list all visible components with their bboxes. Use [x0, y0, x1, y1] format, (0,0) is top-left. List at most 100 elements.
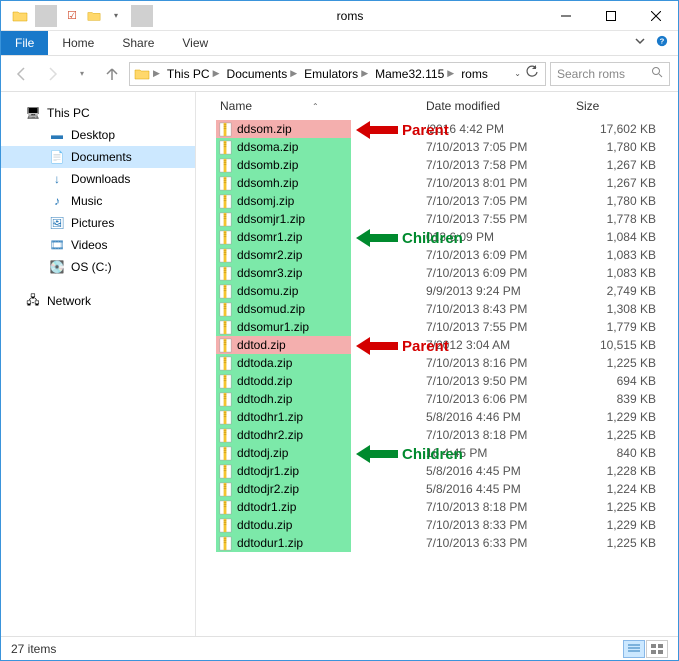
file-date: 7/10/2013 8:01 PM: [426, 176, 576, 190]
address-bar: ▾ ▶ This PC▶ Documents▶ Emulators▶ Mame3…: [1, 56, 678, 92]
file-row[interactable]: ddsomr1.zip013 6:09 PM1,084 KB: [196, 228, 678, 246]
file-name-cell: ddsomj.zip: [216, 192, 351, 210]
file-row[interactable]: ddsomr3.zip7/10/2013 6:09 PM1,083 KB: [196, 264, 678, 282]
file-row[interactable]: ddsomb.zip7/10/2013 7:58 PM1,267 KB: [196, 156, 678, 174]
recent-locations-button[interactable]: ▾: [69, 61, 95, 87]
file-row[interactable]: ddsomj.zip7/10/2013 7:05 PM1,780 KB: [196, 192, 678, 210]
help-icon[interactable]: ?: [656, 34, 668, 52]
title-bar: ☑ ▾ roms: [1, 1, 678, 31]
file-size: 1,779 KB: [576, 320, 656, 334]
minimize-button[interactable]: [543, 1, 588, 30]
breadcrumb-item[interactable]: roms: [459, 67, 490, 81]
file-date: 7/10/2013 6:06 PM: [426, 392, 576, 406]
nav-drive-c[interactable]: 💽OS (C:): [1, 256, 195, 278]
file-row[interactable]: ddsomu.zip9/9/2013 9:24 PM2,749 KB: [196, 282, 678, 300]
ribbon-tab-home[interactable]: Home: [48, 31, 108, 55]
file-row[interactable]: ddsomr2.zip7/10/2013 6:09 PM1,083 KB: [196, 246, 678, 264]
breadcrumb-item[interactable]: Documents▶: [225, 67, 303, 81]
nav-this-pc[interactable]: 🖥This PC: [1, 102, 195, 124]
nav-videos[interactable]: 🎞Videos: [1, 234, 195, 256]
file-row[interactable]: ddtodhr2.zip7/10/2013 8:18 PM1,225 KB: [196, 426, 678, 444]
nav-pictures[interactable]: 🖼Pictures: [1, 212, 195, 234]
file-date: /2016 4:42 PM: [426, 122, 576, 136]
nav-documents[interactable]: 📄Documents: [1, 146, 195, 168]
qat-new-folder-icon[interactable]: [83, 5, 105, 27]
file-name: ddtodh.zip: [237, 392, 292, 406]
nav-desktop[interactable]: ▬Desktop: [1, 124, 195, 146]
nav-downloads[interactable]: ↓Downloads: [1, 168, 195, 190]
file-name-cell: ddtodr1.zip: [216, 498, 351, 516]
file-date: 7/10/2013 8:16 PM: [426, 356, 576, 370]
file-size: 694 KB: [576, 374, 656, 388]
ribbon: File Home Share View ?: [1, 31, 678, 56]
file-row[interactable]: ddtodur1.zip7/10/2013 6:33 PM1,225 KB: [196, 534, 678, 552]
ribbon-expand-icon[interactable]: [634, 34, 646, 52]
file-row[interactable]: ddtodj.zip16 4:45 PM840 KB: [196, 444, 678, 462]
file-size: 1,780 KB: [576, 140, 656, 154]
file-name-cell: ddtodur1.zip: [216, 534, 351, 552]
col-size[interactable]: Size: [576, 99, 656, 113]
close-button[interactable]: [633, 1, 678, 30]
col-date[interactable]: Date modified: [426, 99, 576, 113]
column-headers: Name⌃ Date modified Size: [196, 92, 678, 120]
search-input[interactable]: Search roms: [550, 62, 670, 86]
refresh-icon[interactable]: [525, 65, 539, 82]
videos-icon: 🎞: [49, 237, 65, 253]
file-row[interactable]: ddtoda.zip7/10/2013 8:16 PM1,225 KB: [196, 354, 678, 372]
breadcrumb-item[interactable]: Emulators▶: [302, 67, 373, 81]
file-name-cell: ddsomr2.zip: [216, 246, 351, 264]
nav-music[interactable]: ♪Music: [1, 190, 195, 212]
file-row[interactable]: ddtod.zip7/2012 3:04 AM10,515 KB: [196, 336, 678, 354]
nav-network[interactable]: 🖧Network: [1, 290, 195, 312]
computer-icon: 🖥: [25, 105, 41, 121]
file-size: 1,083 KB: [576, 266, 656, 280]
file-size: 1,224 KB: [576, 482, 656, 496]
file-row[interactable]: ddsom.zip/2016 4:42 PM17,602 KB: [196, 120, 678, 138]
breadcrumb[interactable]: ▶ This PC▶ Documents▶ Emulators▶ Mame32.…: [129, 62, 546, 86]
file-name: ddtodd.zip: [237, 374, 292, 388]
breadcrumb-item[interactable]: Mame32.115▶: [373, 67, 459, 81]
ribbon-tab-share[interactable]: Share: [108, 31, 168, 55]
back-button[interactable]: [9, 61, 35, 87]
file-name-cell: ddtodh.zip: [216, 390, 351, 408]
file-name: ddsoma.zip: [237, 140, 298, 154]
file-row[interactable]: ddtodd.zip7/10/2013 9:50 PM694 KB: [196, 372, 678, 390]
qat-dropdown-icon[interactable]: ▾: [105, 5, 127, 27]
file-name-cell: ddtodhr2.zip: [216, 426, 351, 444]
file-name: ddsomr2.zip: [237, 248, 302, 262]
file-row[interactable]: ddsoma.zip7/10/2013 7:05 PM1,780 KB: [196, 138, 678, 156]
file-size: 1,780 KB: [576, 194, 656, 208]
file-name-cell: ddtodhr1.zip: [216, 408, 351, 426]
file-row[interactable]: ddsomur1.zip7/10/2013 7:55 PM1,779 KB: [196, 318, 678, 336]
file-row[interactable]: ddtodh.zip7/10/2013 6:06 PM839 KB: [196, 390, 678, 408]
file-size: 1,084 KB: [576, 230, 656, 244]
qat-properties-icon[interactable]: ☑: [61, 5, 83, 27]
file-size: 10,515 KB: [576, 338, 656, 352]
file-row[interactable]: ddsomh.zip7/10/2013 8:01 PM1,267 KB: [196, 174, 678, 192]
ribbon-tab-view[interactable]: View: [168, 31, 222, 55]
ribbon-tab-file[interactable]: File: [1, 31, 48, 55]
breadcrumb-dropdown-icon[interactable]: ⌄: [514, 69, 521, 78]
col-name[interactable]: Name⌃: [216, 99, 426, 113]
view-icons-button[interactable]: [646, 640, 668, 658]
file-name-cell: ddsomur1.zip: [216, 318, 351, 336]
file-row[interactable]: ddtodr1.zip7/10/2013 8:18 PM1,225 KB: [196, 498, 678, 516]
breadcrumb-root-icon[interactable]: ▶: [132, 66, 165, 82]
file-row[interactable]: ddtodjr1.zip5/8/2016 4:45 PM1,228 KB: [196, 462, 678, 480]
breadcrumb-item[interactable]: This PC▶: [165, 67, 225, 81]
file-name: ddtodur1.zip: [237, 536, 303, 550]
file-date: 7/10/2013 6:09 PM: [426, 266, 576, 280]
file-row[interactable]: ddsomjr1.zip7/10/2013 7:55 PM1,778 KB: [196, 210, 678, 228]
up-button[interactable]: [99, 61, 125, 87]
maximize-button[interactable]: [588, 1, 633, 30]
file-name: ddsomud.zip: [237, 302, 305, 316]
file-name-cell: ddsomr1.zip: [216, 228, 351, 246]
forward-button[interactable]: [39, 61, 65, 87]
file-row[interactable]: ddtodjr2.zip5/8/2016 4:45 PM1,224 KB: [196, 480, 678, 498]
file-row[interactable]: ddtodu.zip7/10/2013 8:33 PM1,229 KB: [196, 516, 678, 534]
file-size: 840 KB: [576, 446, 656, 460]
file-name-cell: ddtoda.zip: [216, 354, 351, 372]
file-row[interactable]: ddtodhr1.zip5/8/2016 4:46 PM1,229 KB: [196, 408, 678, 426]
file-row[interactable]: ddsomud.zip7/10/2013 8:43 PM1,308 KB: [196, 300, 678, 318]
view-details-button[interactable]: [623, 640, 645, 658]
